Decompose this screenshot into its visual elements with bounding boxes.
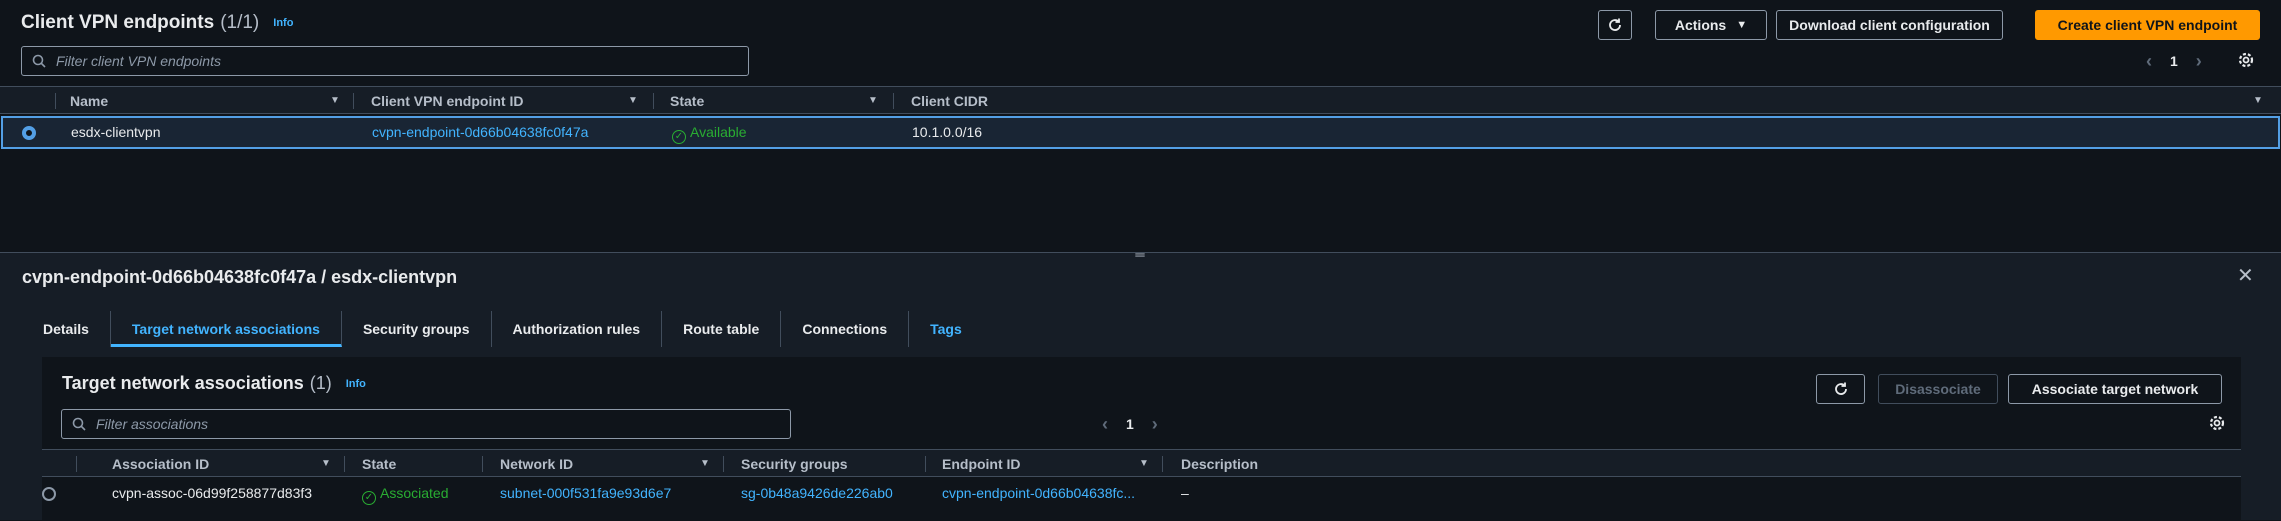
column-divider xyxy=(353,93,354,109)
create-endpoint-button[interactable]: Create client VPN endpoint xyxy=(2035,10,2260,40)
refresh-button[interactable] xyxy=(1598,10,1632,40)
cell-description: – xyxy=(1181,485,1189,501)
search-icon xyxy=(32,54,46,68)
info-link[interactable]: Info xyxy=(273,17,293,29)
column-divider xyxy=(893,93,894,109)
refresh-icon xyxy=(1834,382,1847,395)
association-search[interactable] xyxy=(61,409,791,439)
chevron-left-icon[interactable]: ‹ xyxy=(1102,414,1108,435)
cell-endpoint-id[interactable]: cvpn-endpoint-0d66b04638fc0f47a xyxy=(372,116,588,149)
row-radio[interactable] xyxy=(42,487,56,501)
tab-target-network-associations[interactable]: Target network associations xyxy=(110,311,342,347)
panel-tabs: Details Target network associations Secu… xyxy=(22,311,983,347)
state-text: Available xyxy=(690,124,747,140)
table-row[interactable]: esdx-clientvpn cvpn-endpoint-0d66b04638f… xyxy=(1,116,2280,149)
column-divider xyxy=(76,456,77,472)
status-check-icon: ✓ xyxy=(672,130,686,144)
tab-route-table[interactable]: Route table xyxy=(662,311,782,347)
col-association-id[interactable]: Association ID xyxy=(112,450,209,478)
association-search-input[interactable] xyxy=(94,415,741,433)
actions-button[interactable]: Actions ▼ xyxy=(1655,10,1767,40)
section-title: Target network associations (1) Info xyxy=(62,373,366,394)
disassociate-button[interactable]: Disassociate xyxy=(1878,374,1998,404)
info-link[interactable]: Info xyxy=(346,378,366,390)
tab-connections[interactable]: Connections xyxy=(781,311,910,347)
sort-down-icon[interactable]: ▼ xyxy=(2253,87,2263,115)
col-endpoint-id[interactable]: Client VPN endpoint ID xyxy=(371,87,523,115)
associate-network-button[interactable]: Associate target network xyxy=(2008,374,2222,404)
state-text: Associated xyxy=(380,485,449,501)
resize-handle[interactable]: ═ xyxy=(1133,248,1147,261)
chevron-left-icon[interactable]: ‹ xyxy=(2146,51,2152,72)
cell-state: ✓ Associated xyxy=(362,477,448,510)
sort-down-icon[interactable]: ▼ xyxy=(1139,450,1149,478)
endpoint-count: (1/1) xyxy=(220,12,260,33)
sort-down-icon[interactable]: ▼ xyxy=(868,87,878,115)
page-number[interactable]: 1 xyxy=(2170,53,2178,69)
sort-down-icon[interactable]: ▼ xyxy=(700,450,710,478)
status-check-icon: ✓ xyxy=(362,491,376,505)
gear-icon xyxy=(2209,415,2225,431)
col-state[interactable]: State xyxy=(670,87,704,115)
column-divider xyxy=(55,93,56,109)
col-name[interactable]: Name xyxy=(70,87,108,115)
pagination: ‹ 1 › xyxy=(2146,46,2202,76)
close-icon[interactable]: ✕ xyxy=(2237,263,2254,288)
column-divider xyxy=(925,456,926,472)
panel-title: cvpn-endpoint-0d66b04638fc0f47a / esdx-c… xyxy=(22,267,458,287)
chevron-right-icon[interactable]: › xyxy=(2196,51,2202,72)
column-divider xyxy=(723,456,724,472)
col-description[interactable]: Description xyxy=(1181,450,1258,478)
associations-container: Target network associations (1) Info Disas… xyxy=(42,357,2241,521)
tab-tags[interactable]: Tags xyxy=(909,311,983,347)
cell-endpoint-id[interactable]: cvpn-endpoint-0d66b04638fc... xyxy=(942,477,1135,510)
association-count: (1) xyxy=(309,373,332,393)
endpoints-table-header: Name ▼ Client VPN endpoint ID ▼ State ▼ … xyxy=(0,86,2281,114)
search-icon xyxy=(72,417,86,431)
download-config-button[interactable]: Download client configuration xyxy=(1776,10,2003,40)
page-title: Client VPN endpoints (1/1) Info xyxy=(21,12,293,34)
row-radio[interactable] xyxy=(22,126,36,140)
table-row[interactable]: cvpn-assoc-06d99f258877d83f3 ✓ Associated… xyxy=(42,477,2241,510)
col-cidr[interactable]: Client CIDR xyxy=(911,87,988,115)
endpoints-section: Client VPN endpoints (1/1) Info Actions ▼ D… xyxy=(0,0,2281,252)
endpoint-search[interactable] xyxy=(21,46,749,76)
cell-security-groups[interactable]: sg-0b48a9426de226ab0 xyxy=(741,477,893,510)
column-divider xyxy=(482,456,483,472)
column-divider xyxy=(653,93,654,109)
cell-state: ✓ Available xyxy=(672,116,747,149)
cell-name: esdx-clientvpn xyxy=(71,124,161,140)
cell-association-id: cvpn-assoc-06d99f258877d83f3 xyxy=(112,485,313,501)
gear-icon xyxy=(2238,52,2254,68)
refresh-icon xyxy=(1609,18,1621,31)
col-security-groups[interactable]: Security groups xyxy=(741,450,848,478)
settings-button[interactable] xyxy=(2236,50,2256,75)
col-endpoint-id[interactable]: Endpoint ID xyxy=(942,450,1021,478)
sort-down-icon[interactable]: ▼ xyxy=(330,87,340,115)
sort-down-icon[interactable]: ▼ xyxy=(628,87,638,115)
caret-down-icon: ▼ xyxy=(1736,19,1748,31)
endpoint-search-input[interactable] xyxy=(54,52,699,70)
section-title-text: Target network associations xyxy=(62,373,304,393)
col-state[interactable]: State xyxy=(362,450,396,478)
associations-table-header: Association ID ▼ State Network ID ▼ Secu… xyxy=(42,449,2241,477)
refresh-button[interactable] xyxy=(1816,374,1865,404)
cell-cidr: 10.1.0.0/16 xyxy=(912,124,983,140)
cell-network-id[interactable]: subnet-000f531fa9e93d6e7 xyxy=(500,477,671,510)
pagination: ‹ 1 › xyxy=(1102,409,1158,439)
column-divider xyxy=(344,456,345,472)
tab-security-groups[interactable]: Security groups xyxy=(342,311,492,347)
page-title-text: Client VPN endpoints xyxy=(21,12,215,33)
tab-details[interactable]: Details xyxy=(22,311,111,347)
settings-button[interactable] xyxy=(2207,413,2227,438)
tab-authorization-rules[interactable]: Authorization rules xyxy=(492,311,663,347)
chevron-right-icon[interactable]: › xyxy=(1152,414,1158,435)
col-network-id[interactable]: Network ID xyxy=(500,450,573,478)
sort-down-icon[interactable]: ▼ xyxy=(321,450,331,478)
page-number[interactable]: 1 xyxy=(1126,416,1134,432)
column-divider xyxy=(1162,456,1163,472)
actions-label: Actions xyxy=(1674,17,1727,33)
details-panel: ═ cvpn-endpoint-0d66b04638fc0f47a / esdx… xyxy=(0,248,2281,521)
